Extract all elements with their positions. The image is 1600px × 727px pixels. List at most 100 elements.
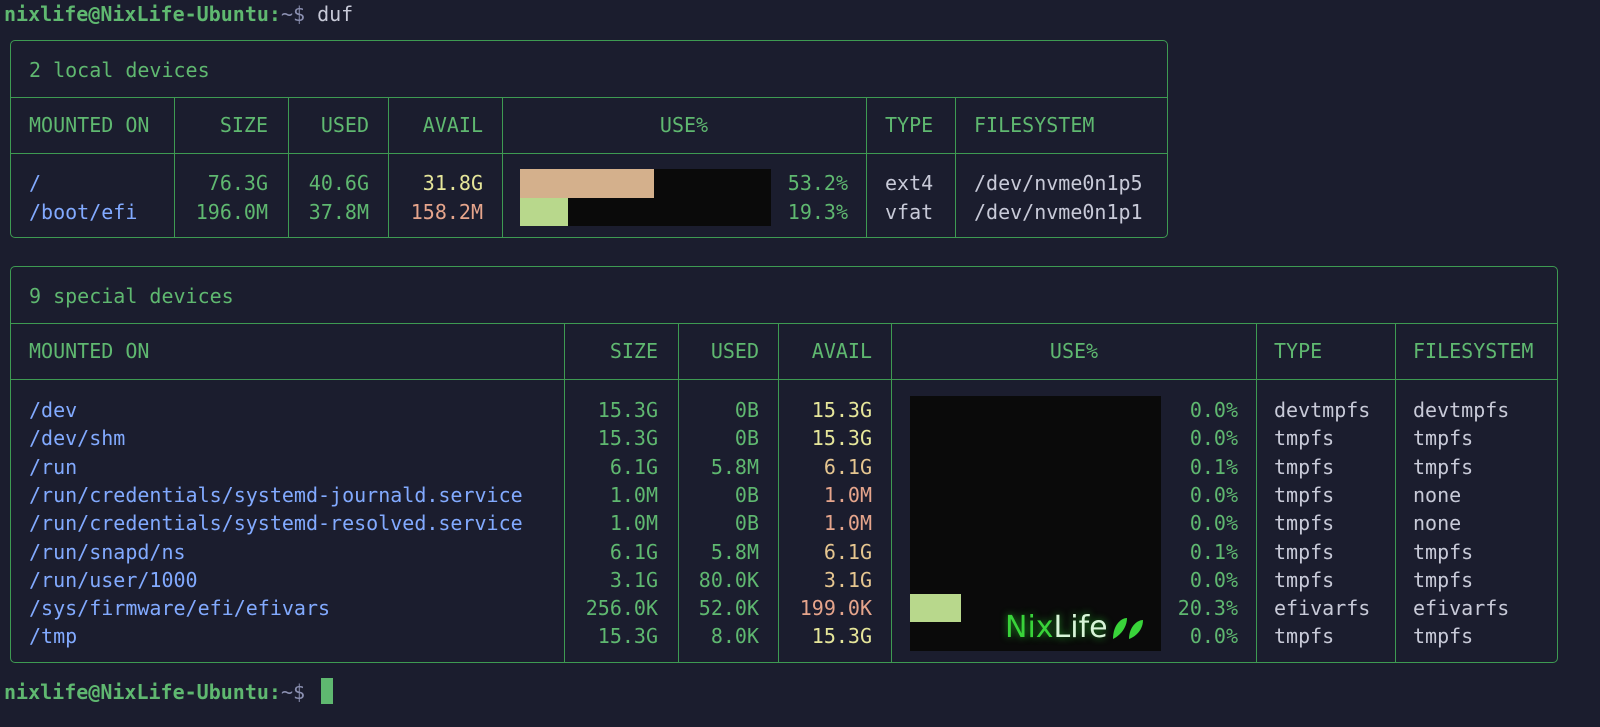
used-cell: 5.8M — [710, 454, 759, 479]
column-divider — [388, 97, 389, 237]
mount-point: /boot/efi — [29, 199, 138, 224]
local-devices-panel: 2 local devices MOUNTED ON SIZE USED AVAIL U… — [10, 40, 1168, 238]
type-cell: ext4 — [885, 171, 934, 195]
column-divider — [778, 323, 779, 662]
type-cell: tmpfs — [1274, 624, 1335, 649]
column-header: USE% — [1049, 339, 1099, 363]
column-divider — [1395, 323, 1396, 662]
filesystem-cell: /dev/nvme0n1p5 — [974, 171, 1143, 195]
usage-bar-fill — [520, 197, 568, 226]
avail-cell: 3.1G — [823, 567, 872, 592]
column-header: USE% — [659, 113, 709, 137]
type-cell: tmpfs — [1274, 567, 1335, 592]
type-cell: tmpfs — [1274, 482, 1335, 507]
prompt-dollar: $ — [293, 2, 306, 26]
used-cell: 8.0K — [710, 624, 759, 649]
avail-cell: 6.1G — [823, 539, 872, 564]
filesystem-cell: tmpfs — [1413, 426, 1474, 451]
prompt-cwd: ~ — [280, 2, 293, 26]
avail-cell: 1.0M — [823, 482, 872, 507]
usage-bar-fill — [910, 594, 961, 623]
prompt-user-host: nixlife@NixLife-Ubuntu — [4, 680, 269, 704]
filesystem-cell: tmpfs — [1413, 567, 1474, 592]
avail-cell: 6.1G — [823, 454, 872, 479]
avail-cell: 1.0M — [823, 511, 872, 536]
avail-cell: 199.0K — [799, 596, 872, 621]
prompt-cwd: ~ — [280, 680, 293, 704]
filesystem-cell: tmpfs — [1413, 454, 1474, 479]
type-cell: vfat — [885, 199, 934, 224]
used-cell: 0B — [734, 426, 759, 451]
column-header: AVAIL — [422, 113, 483, 137]
special-devices-title: 9 special devices — [29, 284, 234, 308]
type-cell: efivarfs — [1274, 596, 1371, 621]
avail-cell: 158.2M — [410, 199, 483, 224]
size-cell: 3.1G — [609, 567, 658, 592]
usage-bar-fill — [520, 169, 654, 198]
used-cell: 5.8M — [710, 539, 759, 564]
type-cell: devtmpfs — [1274, 398, 1371, 422]
mount-point: /dev — [29, 398, 78, 422]
type-cell: tmpfs — [1274, 426, 1335, 451]
divider — [11, 153, 1167, 154]
mount-point: / — [29, 171, 42, 195]
size-cell: 196.0M — [195, 199, 268, 224]
mount-point: /run/snapd/ns — [29, 539, 186, 564]
prompt-command: duf — [317, 2, 354, 26]
used-cell: 0B — [734, 398, 759, 422]
use-percent: 0.1% — [1189, 539, 1238, 564]
column-divider — [174, 97, 175, 237]
used-cell: 37.8M — [308, 199, 369, 224]
use-percent: 0.0% — [1189, 426, 1238, 451]
column-header: USED — [320, 113, 369, 137]
used-cell: 0B — [734, 511, 759, 536]
use-percent: 0.0% — [1189, 511, 1238, 536]
mount-point: /tmp — [29, 624, 78, 649]
mount-point: /run — [29, 454, 78, 479]
filesystem-cell: /dev/nvme0n1p1 — [974, 199, 1143, 224]
column-header: FILESYSTEM — [974, 113, 1095, 137]
prompt-line-1: nixlife@NixLife-Ubuntu:~$ duf — [4, 0, 353, 28]
use-percent: 19.3% — [787, 199, 848, 224]
prompt-colon: : — [268, 2, 281, 26]
column-divider — [288, 97, 289, 237]
prompt-line-2: nixlife@NixLife-Ubuntu:~$ — [4, 678, 334, 706]
mount-point: /run/credentials/systemd-resolved.servic… — [29, 511, 523, 536]
terminal-cursor[interactable] — [321, 678, 334, 704]
filesystem-cell: efivarfs — [1413, 596, 1510, 621]
filesystem-cell: none — [1413, 482, 1462, 507]
size-cell: 6.1G — [609, 539, 658, 564]
column-divider — [1256, 323, 1257, 662]
type-cell: tmpfs — [1274, 539, 1335, 564]
avail-cell: 15.3G — [811, 624, 872, 649]
column-divider — [678, 323, 679, 662]
column-divider — [564, 323, 565, 662]
used-cell: 0B — [734, 482, 759, 507]
filesystem-cell: tmpfs — [1413, 624, 1474, 649]
column-header: FILESYSTEM — [1413, 339, 1534, 363]
logo-life: Life — [1053, 610, 1108, 645]
size-cell: 15.3G — [597, 624, 658, 649]
used-cell: 40.6G — [308, 171, 369, 195]
size-cell: 1.0M — [609, 511, 658, 536]
size-cell: 76.3G — [207, 171, 268, 195]
use-percent: 0.0% — [1189, 398, 1238, 422]
size-cell: 6.1G — [609, 454, 658, 479]
mount-point: /run/user/1000 — [29, 567, 198, 592]
filesystem-cell: devtmpfs — [1413, 398, 1510, 422]
local-devices-title: 2 local devices — [29, 58, 210, 82]
size-cell: 15.3G — [597, 398, 658, 422]
use-percent: 0.1% — [1189, 454, 1238, 479]
size-cell: 256.0K — [585, 596, 658, 621]
size-cell: 1.0M — [609, 482, 658, 507]
prompt-dollar: $ — [293, 680, 306, 704]
logo-nix: Nix — [1005, 610, 1054, 645]
use-percent: 0.0% — [1189, 624, 1238, 649]
type-cell: tmpfs — [1274, 454, 1335, 479]
avail-cell: 15.3G — [811, 398, 872, 422]
prompt-colon: : — [268, 680, 281, 704]
used-cell: 52.0K — [698, 596, 759, 621]
special-devices-panel: 9 special devices MOUNTED ON SIZE USED AVAI… — [10, 266, 1558, 663]
divider — [11, 379, 1557, 380]
leaf-icon — [1112, 618, 1143, 639]
